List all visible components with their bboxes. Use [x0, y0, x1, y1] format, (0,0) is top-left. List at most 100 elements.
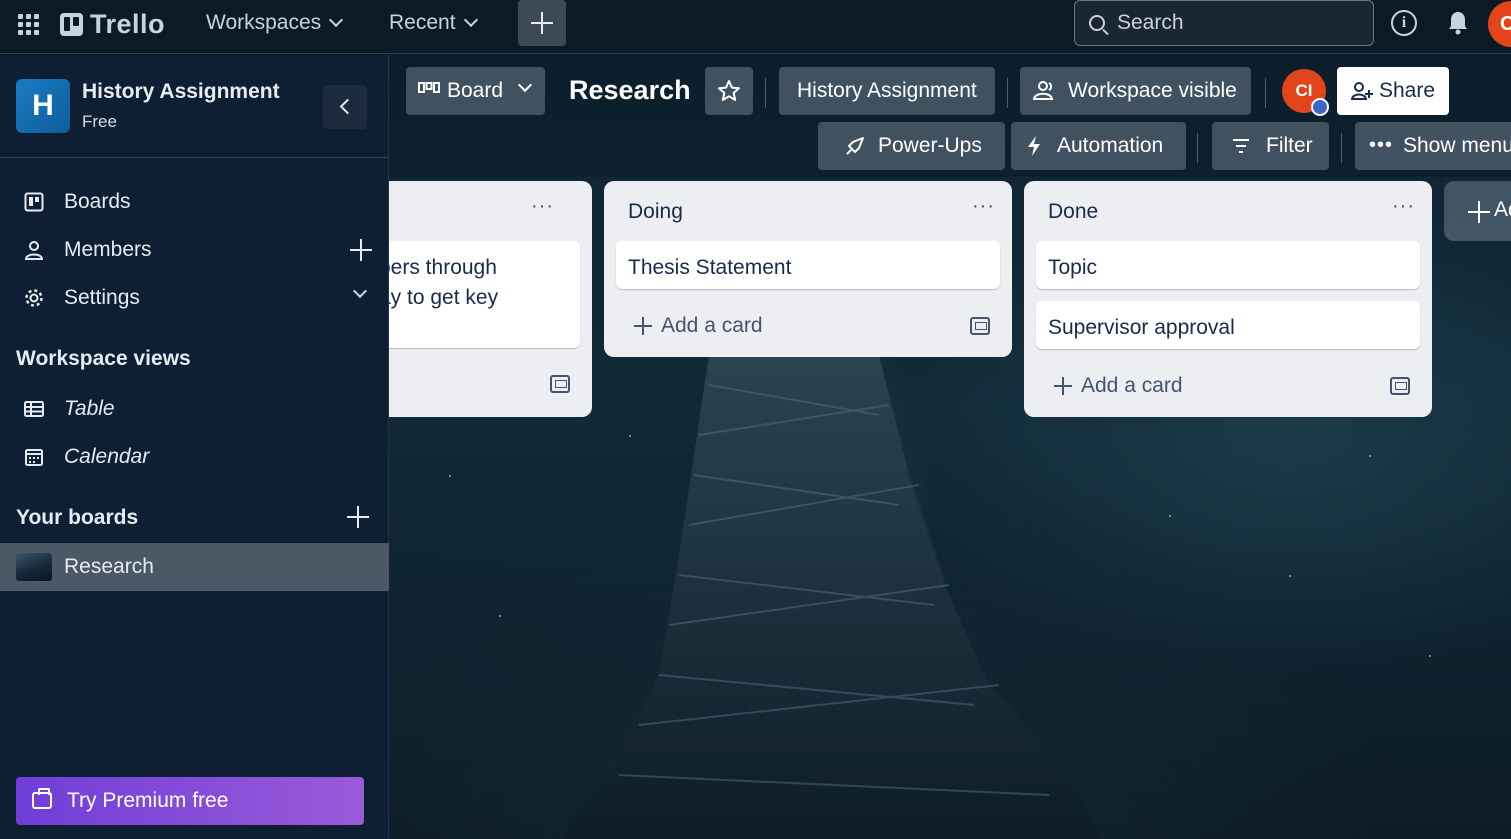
collapse-sidebar-button[interactable] [323, 85, 367, 129]
workspace-header: H History Assignment Free [0, 55, 388, 158]
rocket-icon [846, 137, 864, 155]
card[interactable]: bers through ay to get key [389, 241, 580, 348]
sidebar-item-table[interactable]: Table [0, 385, 389, 433]
notification-bell-icon[interactable] [1446, 9, 1470, 37]
sidebar-item-label: Boards [64, 190, 131, 213]
visibility-label: Workspace visible [1068, 79, 1237, 102]
add-card-label: Add a card [661, 314, 763, 337]
chevron-down-icon[interactable] [352, 283, 368, 299]
premium-label: Try Premium free [67, 789, 229, 812]
board-title[interactable]: Research [569, 75, 691, 106]
top-navigation: Trello Workspaces Recent Search i C [0, 0, 1511, 54]
share-button[interactable]: Share [1337, 67, 1449, 115]
sidebar-item-label: Table [64, 397, 115, 420]
sidebar-item-boards[interactable]: Boards [0, 178, 389, 226]
workspace-plan: Free [82, 112, 117, 131]
sidebar-item-settings[interactable]: Settings [0, 274, 389, 322]
add-list-button[interactable]: Ad [1444, 181, 1511, 241]
sidebar-item-members[interactable]: Members [0, 226, 389, 274]
board-icon [24, 192, 44, 212]
chevron-down-icon [463, 12, 478, 28]
chevron-down-icon [517, 77, 533, 93]
workspace-views-heading: Workspace views [16, 347, 191, 370]
filter-button[interactable]: Filter [1212, 122, 1329, 170]
app-switcher-icon[interactable] [16, 12, 40, 36]
add-card-button[interactable]: Add a card [616, 306, 1000, 346]
card-text: bers through ay to get key [389, 256, 499, 309]
workspace-name: History Assignment [82, 80, 280, 103]
show-menu-button[interactable]: ••• Show menu [1355, 122, 1511, 170]
add-member-icon[interactable] [350, 239, 372, 261]
show-menu-label: Show menu [1403, 134, 1511, 157]
share-label: Share [1379, 79, 1436, 102]
card-template-icon[interactable] [970, 317, 990, 335]
list-menu-icon[interactable]: ··· [972, 196, 994, 221]
add-board-icon[interactable] [347, 506, 369, 528]
trello-logo-icon [60, 13, 83, 36]
ellipsis-icon: ••• [1369, 134, 1394, 156]
card[interactable]: Supervisor approval [1036, 301, 1420, 349]
briefcase-icon [32, 788, 52, 809]
list-title[interactable]: Doing [628, 200, 683, 224]
board-thumbnail [16, 553, 52, 581]
card-template-icon[interactable] [1390, 377, 1410, 395]
power-ups-label: Power-Ups [878, 134, 982, 157]
add-person-icon [1351, 82, 1373, 100]
list-menu-icon[interactable]: ··· [1392, 196, 1414, 221]
add-list-label: Ad [1494, 198, 1511, 221]
plus-icon [1054, 377, 1072, 395]
filter-icon [1233, 139, 1249, 153]
workspaces-dropdown[interactable]: Workspaces [206, 11, 344, 35]
star-board-button[interactable] [705, 67, 753, 115]
create-button[interactable] [518, 0, 566, 46]
add-card-button[interactable]: Add a card [1036, 366, 1420, 406]
workspaces-label: Workspaces [206, 11, 322, 34]
card[interactable]: Topic [1036, 241, 1420, 289]
card-text: Supervisor approval [1048, 316, 1235, 339]
card-text: Thesis Statement [628, 256, 792, 279]
sidebar-item-label: Members [64, 238, 152, 261]
sidebar-item-label: Calendar [64, 445, 150, 468]
list-done: Done ··· Topic Supervisor approval Add a… [1024, 181, 1432, 417]
board-view-switcher[interactable]: Board [406, 67, 545, 115]
list-menu-icon[interactable]: ··· [531, 196, 553, 221]
sidebar-item-label: Settings [64, 286, 140, 309]
try-premium-button[interactable]: Try Premium free [16, 777, 364, 825]
list-column: ··· bers through ay to get key [389, 181, 592, 417]
workspace-avatar: H [16, 79, 70, 133]
background-tower-image [561, 355, 1101, 839]
automation-button[interactable]: Automation [1011, 122, 1186, 170]
your-boards-heading: Your boards [16, 506, 139, 529]
brand-name: Trello [90, 9, 166, 39]
people-icon [1032, 81, 1054, 100]
info-icon[interactable]: i [1391, 10, 1417, 36]
filter-label: Filter [1266, 134, 1313, 157]
trello-logo[interactable]: Trello [60, 9, 165, 40]
person-icon [24, 241, 44, 260]
member-avatar[interactable]: CI [1282, 69, 1329, 116]
sidebar-board-research[interactable]: Research [0, 543, 389, 591]
card-template-icon[interactable] [550, 375, 570, 393]
workspace-chip-label: History Assignment [797, 79, 977, 102]
sidebar-item-calendar[interactable]: Calendar [0, 433, 389, 481]
plus-icon [531, 12, 553, 34]
power-ups-button[interactable]: Power-Ups [818, 122, 1005, 170]
board-view-icon [418, 82, 440, 93]
star-icon [718, 80, 740, 101]
card-text: Topic [1048, 256, 1098, 279]
list-doing: Doing ··· Thesis Statement Add a card [604, 181, 1012, 357]
recent-label: Recent [389, 11, 456, 34]
user-avatar[interactable]: C [1488, 1, 1511, 47]
search-icon [1089, 15, 1105, 31]
recent-dropdown[interactable]: Recent [389, 11, 478, 35]
add-card-label: Add a card [1081, 374, 1183, 397]
visibility-button[interactable]: Workspace visible [1020, 67, 1251, 115]
card[interactable]: Thesis Statement [616, 241, 1000, 289]
workspace-chip-button[interactable]: History Assignment [779, 67, 995, 115]
chevron-down-icon [329, 12, 344, 28]
search-input[interactable]: Search [1074, 0, 1374, 46]
board-canvas: Board Research History Assignment Worksp… [389, 55, 1511, 839]
plus-icon [634, 317, 652, 335]
plus-icon [1468, 201, 1490, 223]
list-title[interactable]: Done [1048, 200, 1098, 224]
